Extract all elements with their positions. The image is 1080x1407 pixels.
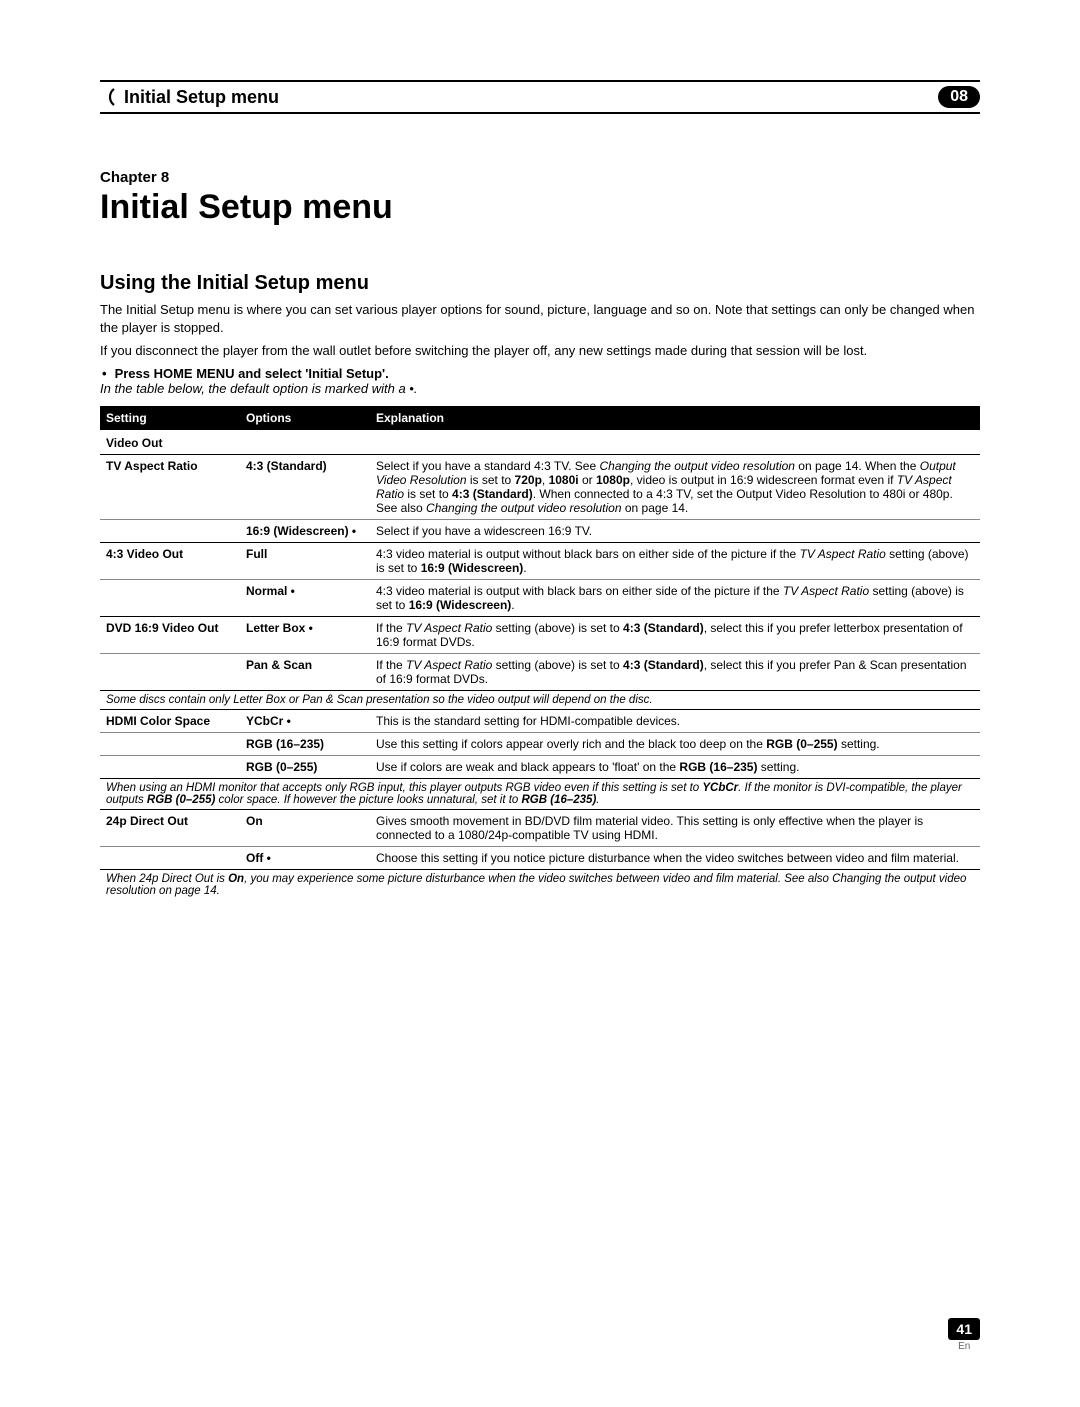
page-header: Initial Setup menu 08 xyxy=(100,80,980,114)
explanation-cell: 4:3 video material is output with black … xyxy=(370,579,980,616)
option-letterbox: Letter Box • xyxy=(240,616,370,653)
explanation-cell: Gives smooth movement in BD/DVD film mat… xyxy=(370,809,980,846)
option-off: Off • xyxy=(240,846,370,869)
table-row: Pan & Scan If the TV Aspect Ratio settin… xyxy=(100,653,980,690)
option-ycbcr: YCbCr • xyxy=(240,709,370,732)
th-options: Options xyxy=(240,406,370,430)
page-language: En xyxy=(948,1341,980,1352)
setting-hdmi-color: HDMI Color Space xyxy=(100,709,240,732)
setting-43-video-out: 4:3 Video Out xyxy=(100,542,240,579)
chapter-label: Chapter 8 xyxy=(100,169,980,186)
bracket-icon xyxy=(100,87,120,107)
default-note: In the table below, the default option i… xyxy=(100,381,980,396)
chapter-title: Initial Setup menu xyxy=(100,188,980,227)
page-footer: 41 En xyxy=(948,1318,980,1352)
header-title: Initial Setup menu xyxy=(124,87,279,108)
chapter-heading: Chapter 8 Initial Setup menu xyxy=(100,169,980,227)
table-row: HDMI Color Space YCbCr • This is the sta… xyxy=(100,709,980,732)
option-on: On xyxy=(240,809,370,846)
table-row: 24p Direct Out On Gives smooth movement … xyxy=(100,809,980,846)
option-full: Full xyxy=(240,542,370,579)
footnote-disc: Some discs contain only Letter Box or Pa… xyxy=(100,690,980,709)
settings-table: Setting Options Explanation Video Out TV… xyxy=(100,406,980,900)
explanation-cell: If the TV Aspect Ratio setting (above) i… xyxy=(370,653,980,690)
option-rgb16235: RGB (16–235) xyxy=(240,732,370,755)
instruction-bullet: • Press HOME MENU and select 'Initial Se… xyxy=(100,366,980,381)
table-row: Normal • 4:3 video material is output wi… xyxy=(100,579,980,616)
video-out-subheader: Video Out xyxy=(100,430,980,455)
option-43-standard: 4:3 (Standard) xyxy=(240,454,370,519)
table-row: DVD 16:9 Video Out Letter Box • If the T… xyxy=(100,616,980,653)
page-number: 41 xyxy=(948,1318,980,1340)
setting-24p: 24p Direct Out xyxy=(100,809,240,846)
table-row: RGB (0–255) Use if colors are weak and b… xyxy=(100,755,980,778)
chapter-badge: 08 xyxy=(938,86,980,108)
explanation-cell: Select if you have a standard 4:3 TV. Se… xyxy=(370,454,980,519)
footnote-24p: When 24p Direct Out is On, you may exper… xyxy=(100,869,980,900)
explanation-cell: 4:3 video material is output without bla… xyxy=(370,542,980,579)
option-panscan: Pan & Scan xyxy=(240,653,370,690)
option-169-widescreen: 16:9 (Widescreen) • xyxy=(240,519,370,542)
table-row: 16:9 (Widescreen) • Select if you have a… xyxy=(100,519,980,542)
explanation-cell: Use this setting if colors appear overly… xyxy=(370,732,980,755)
th-setting: Setting xyxy=(100,406,240,430)
header-left: Initial Setup menu xyxy=(100,87,279,108)
option-normal: Normal • xyxy=(240,579,370,616)
section-title: Using the Initial Setup menu xyxy=(100,272,980,295)
option-rgb0255: RGB (0–255) xyxy=(240,755,370,778)
table-row: 4:3 Video Out Full 4:3 video material is… xyxy=(100,542,980,579)
setting-tv-aspect: TV Aspect Ratio xyxy=(100,454,240,519)
th-explanation: Explanation xyxy=(370,406,980,430)
setting-dvd-169: DVD 16:9 Video Out xyxy=(100,616,240,653)
bullet-text: Press HOME MENU and select 'Initial Setu… xyxy=(115,366,389,381)
bullet-dot-icon: • xyxy=(102,366,107,381)
explanation-cell: Select if you have a widescreen 16:9 TV. xyxy=(370,519,980,542)
table-row: Off • Choose this setting if you notice … xyxy=(100,846,980,869)
table-row: TV Aspect Ratio 4:3 (Standard) Select if… xyxy=(100,454,980,519)
explanation-cell: Use if colors are weak and black appears… xyxy=(370,755,980,778)
explanation-cell: If the TV Aspect Ratio setting (above) i… xyxy=(370,616,980,653)
table-header-row: Setting Options Explanation xyxy=(100,406,980,430)
video-out-label: Video Out xyxy=(100,430,980,455)
intro-p2: If you disconnect the player from the wa… xyxy=(100,342,980,360)
table-row: RGB (16–235) Use this setting if colors … xyxy=(100,732,980,755)
explanation-cell: Choose this setting if you notice pictur… xyxy=(370,846,980,869)
footnote-hdmi: When using an HDMI monitor that accepts … xyxy=(100,778,980,809)
intro-p1: The Initial Setup menu is where you can … xyxy=(100,301,980,336)
explanation-cell: This is the standard setting for HDMI-co… xyxy=(370,709,980,732)
